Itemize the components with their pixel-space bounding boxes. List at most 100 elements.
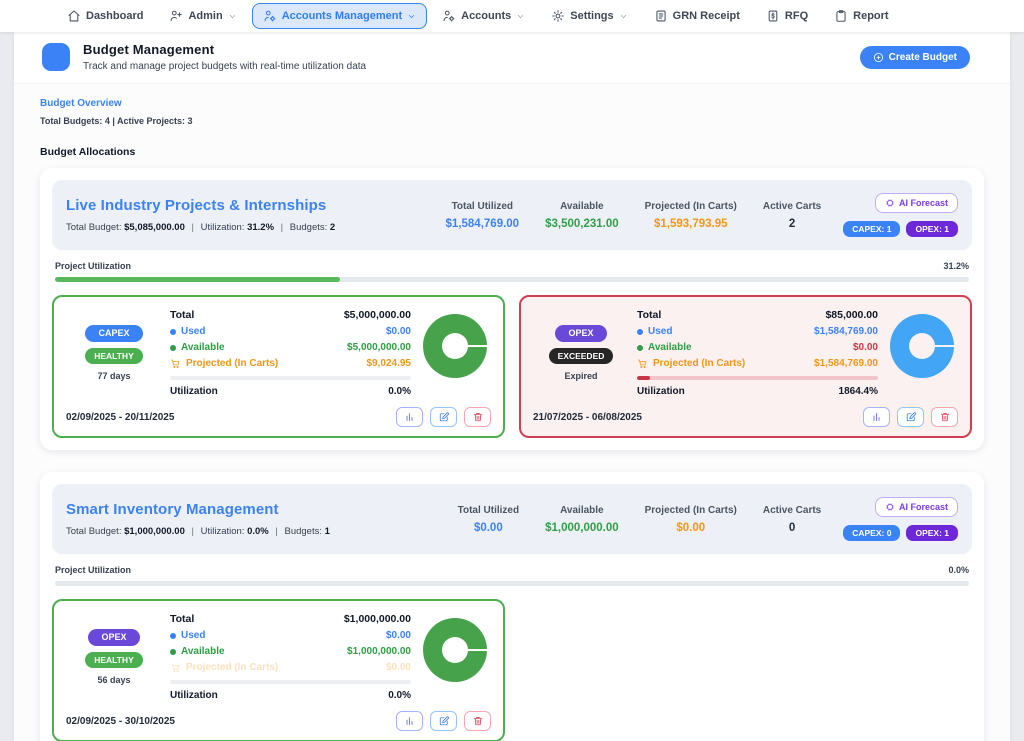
page-subtitle: Track and manage project budgets with re… [83,61,366,72]
analytics-button[interactable] [863,407,890,427]
stat-label: Available [545,505,619,516]
brain-icon [885,198,895,208]
budget-type-badge: OPEX [88,629,139,646]
ai-forecast-button[interactable]: AI Forecast [875,193,958,213]
row-label: Utilization [637,386,685,397]
gear-icon [551,9,565,23]
budget-utilization-track [170,680,411,684]
budget-overview-summary: Total Budgets: 4 | Active Projects: 3 [40,116,1010,126]
budget-card-footer: 21/07/2025 - 06/08/2025 [533,407,958,427]
section-title: Budget Allocations [40,146,1010,158]
row-value: $9,024.95 [367,358,412,369]
edit-button[interactable] [430,407,457,427]
doc-dollar-icon [766,9,780,23]
row-label: Total [170,613,194,625]
project-title-block: Live Industry Projects & Internships Tot… [66,197,335,233]
edit-button[interactable] [430,711,457,731]
meta-label: Utilization: [201,222,245,233]
budget-badges: OPEX HEALTHY 56 days [66,612,162,701]
meta-value: 2 [330,222,335,233]
row-value: $5,000,000.00 [344,309,411,321]
budget-date-range: 02/09/2025 - 20/11/2025 [66,412,174,423]
nav-item-settings[interactable]: Settings [540,3,638,29]
meta-value: 0.0% [247,526,269,537]
nav-item-accounts-management[interactable]: Accounts Management [252,3,427,29]
row-value: $85,000.00 [825,309,878,321]
create-budget-label: Create Budget [889,52,957,63]
project-card-header: Live Industry Projects & Internships Tot… [52,180,972,250]
budget-overview-link[interactable]: Budget Overview [40,98,122,109]
project-meta: Total Budget: $5,085,000.00 | Utilizatio… [66,222,335,233]
meta-value: 1 [325,526,330,537]
ai-forecast-button[interactable]: AI Forecast [875,497,958,517]
meta-label: Utilization: [201,526,245,537]
budget-figures: Total $85,000.00 Used $1,584,769.00 Avai… [637,309,878,397]
edit-icon [438,411,450,423]
row-total: Total $5,000,000.00 [170,309,411,321]
edit-button[interactable] [897,407,924,427]
budget-app-icon [42,43,70,71]
meta-value: 31.2% [247,222,274,233]
available-dot-icon [637,345,643,351]
stat-active-carts: Active Carts 0 [763,505,821,534]
top-navbar: Dashboard Admin Accounts Management Acco… [0,0,1024,32]
row-value: $1,000,000.00 [347,646,411,657]
budget-actions [396,407,491,427]
stat-available: Available $3,500,231.00 [545,201,619,230]
row-value: $0.00 [386,630,411,641]
nav-item-rfq[interactable]: RFQ [755,3,819,29]
used-dot-icon [170,329,176,335]
budget-actions [396,711,491,731]
row-label: Total [637,309,661,321]
row-available: Available $0.00 [637,342,878,353]
stat-value: $0.00 [645,522,737,534]
row-used: Used $1,584,769.00 [637,326,878,337]
stat-total-utilized: Total Utilized $1,584,769.00 [446,201,520,230]
stat-label: Total Utilized [446,201,520,212]
nav-item-report[interactable]: Report [823,3,899,29]
stat-projected: Projected (In Carts) $0.00 [645,505,737,534]
create-budget-button[interactable]: Create Budget [860,46,970,69]
budget-days-left: 77 days [97,371,130,381]
page-title: Budget Management [83,42,366,57]
analytics-button[interactable] [396,711,423,731]
nav-item-label: Admin [188,10,222,22]
utilization-progress-fill [55,277,340,282]
delete-button[interactable] [464,711,491,731]
stat-value: $0.00 [458,522,519,534]
budget-overview-block: Budget Overview Total Budgets: 4 | Activ… [14,84,1010,126]
nav-item-label: Report [853,10,888,22]
nav-item-accounts[interactable]: Accounts [431,3,536,29]
row-used: Used $0.00 [170,326,411,337]
nav-item-dashboard[interactable]: Dashboard [56,3,154,29]
budget-days-left: 56 days [97,675,130,685]
opex-count-badge: OPEX: 1 [906,221,958,237]
row-available: Available $5,000,000.00 [170,342,411,353]
row-label: Available [181,342,225,353]
budget-card: OPEX HEALTHY 56 days Total $1,000,000.00… [52,599,505,741]
row-projected: Projected (In Carts) $1,584,769.00 [637,358,878,369]
budget-figures: Total $1,000,000.00 Used $0.00 Available… [170,613,411,701]
nav-item-admin[interactable]: Admin [158,3,247,29]
utilization-label: Project Utilization [55,565,131,575]
utilization-value: 0.0% [948,565,969,575]
delete-button[interactable] [464,407,491,427]
row-value: $0.00 [386,326,411,337]
stat-label: Active Carts [763,505,821,516]
edit-icon [905,411,917,423]
row-label: Utilization [170,386,218,397]
budget-type-badge: CAPEX [85,325,142,342]
row-label: Available [648,342,692,353]
meta-separator: | [192,222,194,233]
person-plus-icon [169,9,183,23]
project-card: Smart Inventory Management Total Budget:… [40,472,984,741]
project-stats: Total Utilized $0.00 Available $1,000,00… [458,505,822,534]
row-value: 0.0% [388,690,411,701]
project-title: Live Industry Projects & Internships [66,197,335,214]
analytics-button[interactable] [396,407,423,427]
meta-separator: | [192,526,194,537]
nav-item-grn-receipt[interactable]: GRN Receipt [643,3,751,29]
person-gear-icon [442,9,456,23]
project-stats: Total Utilized $1,584,769.00 Available $… [446,201,822,230]
delete-button[interactable] [931,407,958,427]
